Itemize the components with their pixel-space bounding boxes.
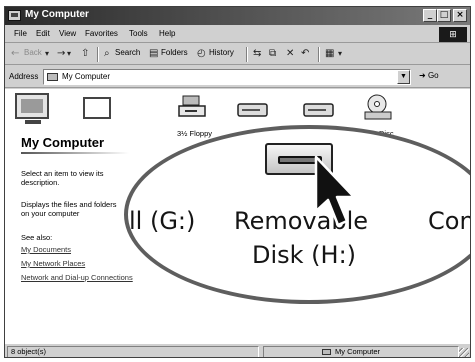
go-arrow-icon: ➜ (419, 71, 426, 80)
title-bar[interactable]: My Computer _ □ × (5, 7, 470, 25)
menu-bar: File Edit View Favorites Tools Help ⊞ (5, 26, 470, 43)
history-button[interactable]: History (209, 48, 234, 57)
computer-base-icon (25, 120, 41, 124)
address-bar: Address My Computer ▼ ➜ Go (5, 66, 470, 88)
toolbar-separator (97, 47, 99, 62)
up-folder-button[interactable]: ⇧ (81, 48, 89, 60)
drive-label-floppy: 3½ Floppy (177, 129, 213, 138)
address-input[interactable]: My Computer ▼ (43, 69, 411, 85)
undo-button[interactable]: ↶ (301, 48, 309, 60)
document-icon (83, 97, 111, 119)
mouse-pointer-icon (314, 155, 356, 227)
sidebar-info: Displays the files and folders on your c… (21, 200, 117, 218)
copy-to-button[interactable]: ⧉ (269, 48, 276, 60)
delete-button[interactable]: ✕ (286, 48, 294, 60)
address-dropdown-button[interactable]: ▼ (397, 70, 410, 84)
minimize-button[interactable]: _ (423, 9, 437, 22)
forward-dropdown-icon[interactable]: ▾ (67, 48, 71, 60)
see-also-label: See also: (21, 233, 53, 242)
address-label: Address (9, 72, 39, 81)
menu-edit[interactable]: Edit (36, 29, 50, 38)
status-location-pane: My Computer (263, 346, 459, 357)
floppy-drive-icon[interactable] (177, 94, 207, 120)
my-computer-icon (47, 73, 58, 81)
my-computer-icon (8, 10, 21, 21)
views-button[interactable]: ▦ (325, 48, 334, 60)
toolbar-separator (318, 47, 320, 62)
status-location: My Computer (335, 347, 381, 356)
menu-favorites[interactable]: Favorites (85, 29, 118, 38)
magnified-callout: ll (G:) Removable Disk (H:) Con (124, 125, 470, 304)
menu-help[interactable]: Help (159, 29, 175, 38)
zoom-control-panel-label: Con (428, 207, 470, 235)
explorer-window: My Computer _ □ × File Edit View Favorit… (4, 6, 471, 358)
search-icon: ⌕ (104, 48, 110, 59)
go-label: Go (427, 71, 439, 80)
link-network-dialup[interactable]: Network and Dial-up Connections (21, 273, 133, 282)
views-dropdown-icon[interactable]: ▾ (338, 48, 342, 60)
menu-view[interactable]: View (59, 29, 76, 38)
hard-drive-icon[interactable] (303, 101, 335, 119)
forward-button[interactable]: → (57, 48, 65, 60)
back-button[interactable]: Back (24, 48, 42, 57)
menu-file[interactable]: File (14, 29, 27, 38)
zoom-drive-g-label: ll (G:) (129, 207, 196, 235)
status-object-count: 8 object(s) (7, 346, 259, 357)
link-my-documents[interactable]: My Documents (21, 245, 71, 254)
close-button[interactable]: × (453, 9, 467, 22)
sidebar-divider (21, 152, 129, 154)
move-to-button[interactable]: ⇆ (253, 48, 261, 60)
menu-tools[interactable]: Tools (129, 29, 148, 38)
toolbar-separator (246, 47, 248, 62)
window-title: My Computer (25, 9, 89, 20)
resize-grip[interactable] (459, 348, 469, 357)
back-arrow-icon: ← (11, 48, 20, 59)
maximize-button[interactable]: □ (437, 9, 451, 22)
status-bar: 8 object(s) My Computer (5, 345, 470, 357)
content-pane: My Computer Select an item to view its d… (5, 89, 470, 344)
history-icon: ◴ (197, 48, 206, 59)
folders-icon: ▤ (149, 48, 159, 59)
go-button[interactable]: ➜ Go (419, 71, 439, 80)
cd-drive-icon[interactable] (363, 93, 393, 121)
search-button[interactable]: Search (115, 48, 140, 57)
hard-drive-icon[interactable] (237, 101, 269, 119)
address-value: My Computer (62, 72, 111, 81)
link-my-network-places[interactable]: My Network Places (21, 259, 85, 268)
standard-toolbar: ← Back ▾ → ▾ ⇧ ⌕ Search ▤ Folders ◴ Hist… (5, 44, 470, 65)
back-dropdown-icon[interactable]: ▾ (45, 48, 49, 60)
computer-monitor-icon (15, 93, 49, 119)
folders-button[interactable]: Folders (161, 48, 188, 57)
my-computer-icon (322, 349, 331, 355)
zoom-removable-label-line2[interactable]: Disk (H:) (252, 241, 356, 269)
sidebar-title: My Computer (21, 135, 105, 150)
sidebar-description: Select an item to view its description. (21, 169, 104, 187)
windows-logo-icon: ⊞ (439, 27, 467, 42)
